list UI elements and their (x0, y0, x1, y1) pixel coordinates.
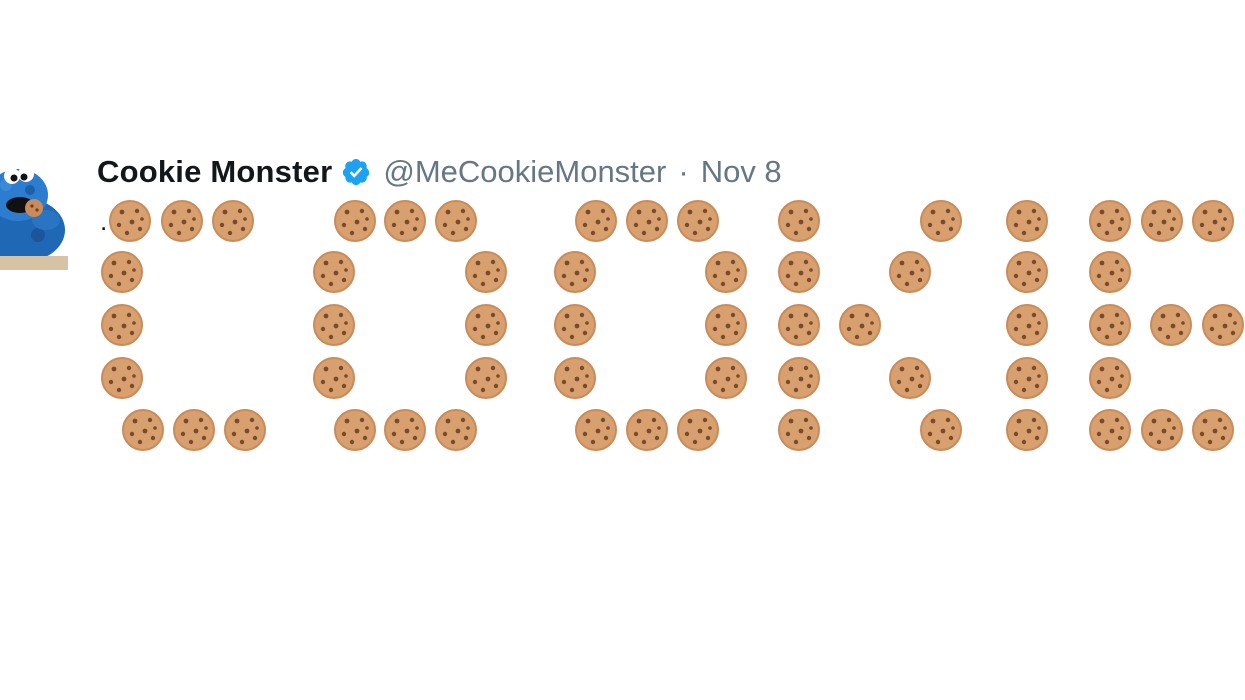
cookie-emoji-icon (778, 304, 820, 346)
cookie-emoji-icon (778, 357, 820, 399)
cookie-emoji-icon (173, 409, 215, 451)
cookie-emoji-icon (778, 200, 820, 242)
cookie-emoji-icon (889, 251, 931, 293)
cookie-emoji-icon (384, 409, 426, 451)
cookie-emoji-icon (224, 409, 266, 451)
tweet-header: Cookie Monster @MeCookieMonster · Nov 8 (97, 150, 782, 194)
tweet-text-prefix: . (100, 206, 108, 236)
separator-dot: · (678, 154, 689, 189)
cookie-emoji-icon (313, 304, 355, 346)
cookie-emoji-icon (1089, 251, 1131, 293)
cookie-emoji-icon (677, 200, 719, 242)
cookie-emoji-icon (1192, 200, 1234, 242)
cookie-emoji-icon (920, 200, 962, 242)
cookie-emoji-icon (109, 200, 151, 242)
cookie-emoji-icon (575, 409, 617, 451)
cookie-emoji-icon (626, 409, 668, 451)
cookie-emoji-icon (1089, 304, 1131, 346)
cookie-emoji-icon (920, 409, 962, 451)
cookie-emoji-icon (384, 200, 426, 242)
cookie-emoji-icon (778, 409, 820, 451)
cookie-emoji-icon (889, 357, 931, 399)
cookie-emoji-icon (101, 357, 143, 399)
cookie-emoji-icon (122, 409, 164, 451)
cookie-emoji-icon (705, 357, 747, 399)
cookie-emoji-art (101, 200, 1244, 451)
cookie-emoji-icon (1006, 304, 1048, 346)
cookie-emoji-icon (334, 409, 376, 451)
user-handle[interactable]: @MeCookieMonster (383, 154, 666, 190)
cookie-emoji-icon (1006, 200, 1048, 242)
cookie-emoji-icon (313, 357, 355, 399)
cookie-emoji-icon (1192, 409, 1234, 451)
cookie-emoji-icon (1150, 304, 1192, 346)
tweet-date[interactable]: Nov 8 (701, 154, 782, 190)
cookie-emoji-icon (465, 251, 507, 293)
cookie-emoji-icon (465, 304, 507, 346)
cookie-emoji-icon (554, 251, 596, 293)
cookie-emoji-icon (435, 409, 477, 451)
cookie-emoji-icon (1006, 409, 1048, 451)
cookie-emoji-icon (778, 251, 820, 293)
cookie-emoji-icon (554, 357, 596, 399)
cookie-emoji-icon (1089, 357, 1131, 399)
cookie-emoji-icon (1202, 304, 1244, 346)
display-name[interactable]: Cookie Monster (97, 154, 332, 190)
cookie-emoji-icon (1006, 357, 1048, 399)
avatar[interactable] (0, 150, 68, 270)
cookie-emoji-icon (839, 304, 881, 346)
cookie-emoji-icon (212, 200, 254, 242)
cookie-emoji-icon (101, 251, 143, 293)
verified-badge-icon (341, 157, 371, 187)
cookie-emoji-icon (1089, 409, 1131, 451)
cookie-emoji-icon (1089, 200, 1131, 242)
cookie-emoji-icon (677, 409, 719, 451)
cookie-emoji-icon (334, 200, 376, 242)
cookie-emoji-icon (626, 200, 668, 242)
cookie-emoji-icon (705, 251, 747, 293)
cookie-emoji-icon (313, 251, 355, 293)
cookie-emoji-icon (101, 304, 143, 346)
cookie-emoji-icon (554, 304, 596, 346)
cookie-emoji-icon (1141, 409, 1183, 451)
cookie-emoji-icon (1006, 251, 1048, 293)
cookie-emoji-icon (465, 357, 507, 399)
cookie-monster-avatar-icon (0, 166, 68, 270)
cookie-emoji-icon (1141, 200, 1183, 242)
cookie-emoji-icon (575, 200, 617, 242)
tweet-screenshot: Cookie Monster @MeCookieMonster · Nov 8 … (0, 0, 1245, 700)
cookie-emoji-icon (705, 304, 747, 346)
cookie-emoji-icon (161, 200, 203, 242)
cookie-emoji-icon (435, 200, 477, 242)
